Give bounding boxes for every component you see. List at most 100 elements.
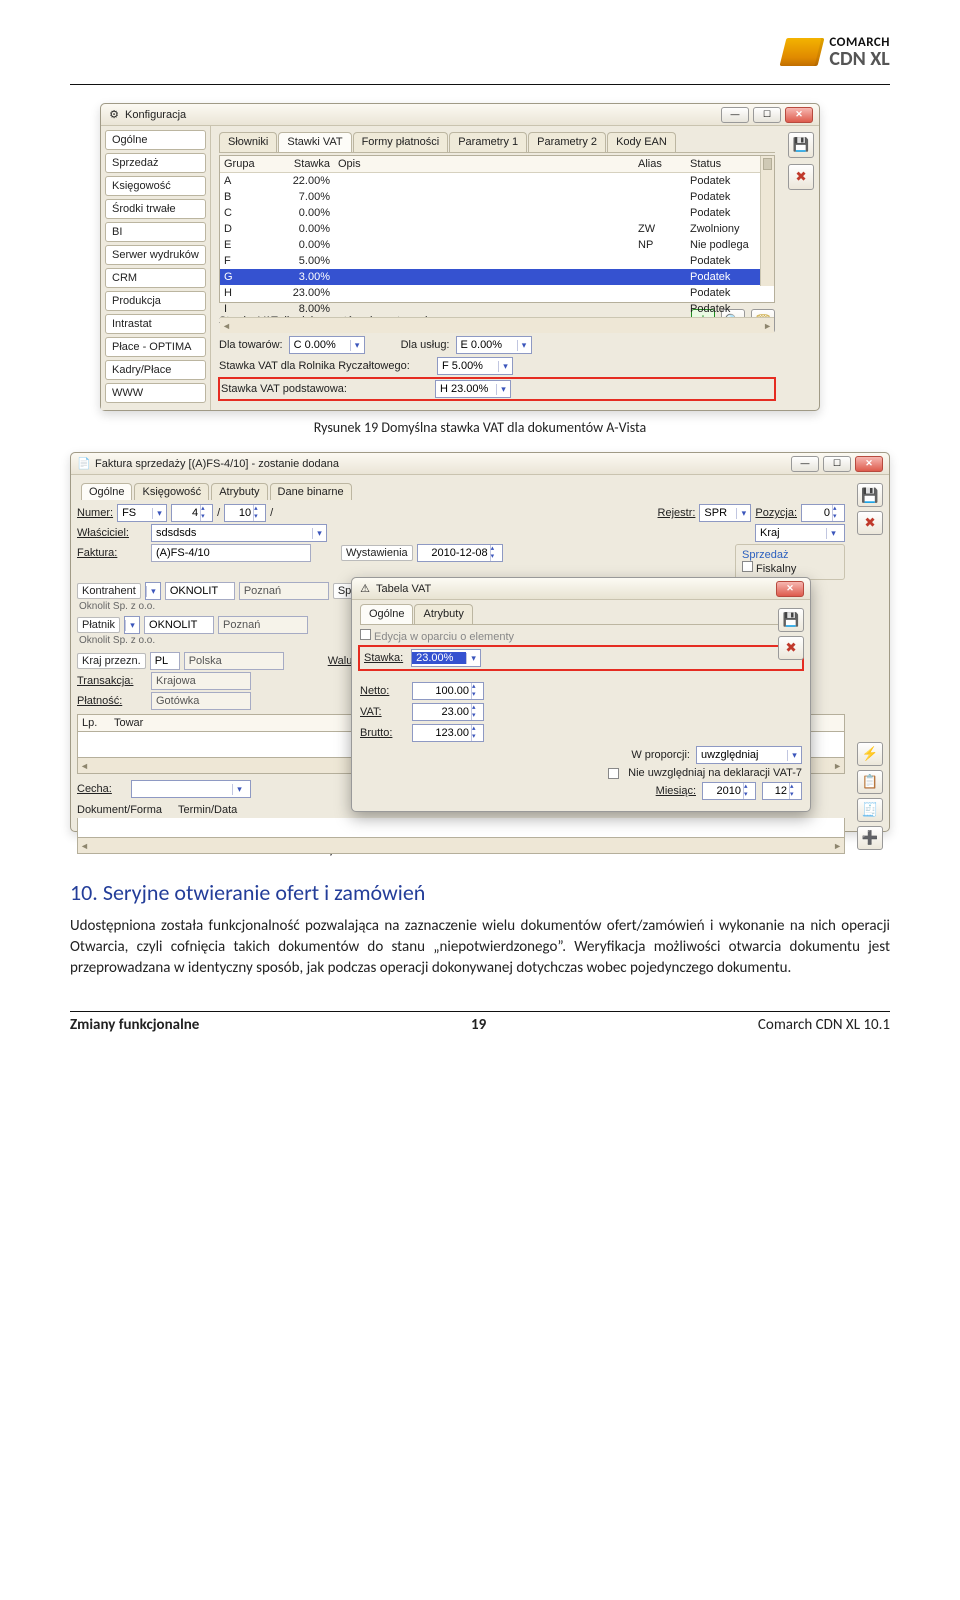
wystawienia-date[interactable]: ▴▾ [417,544,503,562]
services-value[interactable] [457,339,517,351]
miesiac-month[interactable]: ▴▾ [762,782,802,800]
pozycja-spin[interactable]: ▴▾ [801,504,845,522]
kontrahent-button[interactable]: Kontrahent [77,583,141,599]
col-alias[interactable]: Alias [634,156,686,172]
edycja-checkbox[interactable] [360,629,371,640]
chevron-down-icon[interactable]: ▾ [736,508,750,519]
action-button-4[interactable]: ➕ [857,826,883,850]
stawka-combo[interactable]: ▾ [411,649,481,667]
table-row[interactable]: B7.00%Podatek [220,189,774,205]
close-button[interactable] [855,456,883,472]
cancel-button[interactable]: ✖ [857,511,883,535]
table-row[interactable]: E0.00%NPNie podlega [220,237,774,253]
chevron-down-icon[interactable]: ▾ [146,586,160,597]
krajprzezn-code[interactable] [150,652,180,670]
chevron-down-icon[interactable]: ▾ [125,620,139,631]
vat-amount-spin[interactable]: ▴▾ [412,703,484,721]
chevron-down-icon[interactable]: ▾ [152,508,166,519]
col-stawka[interactable]: Stawka [268,156,334,172]
action-button-3[interactable]: 🧾 [857,798,883,822]
tab[interactable]: Dane binarne [270,483,352,500]
platnik-type-combo[interactable]: ▾ [124,616,140,634]
sidebar-item[interactable]: WWW [105,383,206,403]
tab-active[interactable]: Stawki VAT [278,132,351,152]
col-lp[interactable]: Lp. [78,715,110,731]
kraj-combo[interactable]: ▾ [755,524,845,542]
horizontal-scrollbar[interactable]: ◄► [220,317,774,333]
proporcji-combo[interactable]: ▾ [696,746,802,764]
table-row[interactable]: F5.00%Podatek [220,253,774,269]
tab[interactable]: Słowniki [219,132,277,152]
tab-active[interactable]: Ogólne [360,604,413,624]
numer-seg1[interactable]: ▴▾ [171,504,213,522]
vertical-scrollbar[interactable] [760,156,774,286]
chevron-down-icon[interactable]: ▾ [466,653,480,664]
miesiac-year[interactable]: ▴▾ [702,782,756,800]
chevron-down-icon[interactable]: ▾ [787,750,801,761]
wlasciciel-combo[interactable]: ▾ [151,524,327,542]
numer-seg2[interactable]: ▴▾ [224,504,266,522]
wystawienia-button[interactable]: Wystawienia [341,545,413,561]
sidebar-item[interactable]: Środki trwałe [105,199,206,219]
brutto-spin[interactable]: ▴▾ [412,724,484,742]
col-grupa[interactable]: Grupa [220,156,268,172]
platnik-code[interactable] [144,616,214,634]
sidebar-item[interactable]: Ogólne [105,130,206,150]
tab[interactable]: Formy płatności [353,132,449,152]
krajprzezn-button[interactable]: Kraj przezn. [77,653,146,669]
sidebar-item[interactable]: Kadry/Płace [105,360,206,380]
sidebar-item[interactable]: Produkcja [105,291,206,311]
minimize-button[interactable] [721,107,749,123]
chevron-down-icon[interactable]: ▾ [826,528,840,539]
goods-value[interactable] [290,339,350,351]
base-vat-combo[interactable]: ▾ [435,380,511,398]
chevron-down-icon[interactable]: ▾ [496,384,510,395]
farmer-combo[interactable]: ▾ [437,357,513,375]
faktura-field[interactable] [151,544,311,562]
sidebar-item[interactable]: Płace - OPTIMA [105,337,206,357]
numer-prefix-combo[interactable]: ▾ [117,504,167,522]
dialog-save-button[interactable]: 💾 [778,608,804,632]
rejestr-combo[interactable]: ▾ [699,504,751,522]
payments-list[interactable] [77,818,845,838]
close-button[interactable] [785,107,813,123]
table-row[interactable]: H23.00%Podatek [220,285,774,301]
farmer-value[interactable] [438,360,498,372]
maximize-button[interactable] [753,107,781,123]
netto-spin[interactable]: ▴▾ [412,682,484,700]
vat-rates-table[interactable]: Grupa Stawka Opis Alias Status A22.00%Po… [219,155,775,303]
services-combo[interactable]: ▾ [456,336,532,354]
chevron-down-icon[interactable]: ▾ [498,361,512,372]
maximize-button[interactable] [823,456,851,472]
nieuwzgl-checkbox[interactable] [608,768,619,779]
table-row[interactable]: A22.00%Podatek [220,173,774,189]
table-row[interactable]: I8.00%Podatek [220,301,774,317]
cecha-combo[interactable]: ▾ [131,780,251,798]
sidebar-item[interactable]: Intrastat [105,314,206,334]
col-opis[interactable]: Opis [334,156,634,172]
sidebar-item[interactable]: Księgowość [105,176,206,196]
kontrahent-code[interactable] [165,582,235,600]
tab[interactable]: Atrybuty [211,483,267,500]
table-row[interactable]: D0.00%ZWZwolniony [220,221,774,237]
chevron-down-icon[interactable]: ▾ [232,784,246,795]
dialog-cancel-button[interactable]: ✖ [778,636,804,660]
table-row[interactable]: G3.00%Podatek [220,269,774,285]
base-vat-value[interactable] [436,383,496,395]
tab[interactable]: Kody EAN [607,132,676,152]
sidebar-item[interactable]: BI [105,222,206,242]
cancel-button[interactable]: ✖ [788,164,814,190]
platnik-button[interactable]: Płatnik [77,617,120,633]
tab[interactable]: Księgowość [134,483,209,500]
sidebar-item[interactable]: Serwer wydruków [105,245,206,265]
action-button-2[interactable]: 📋 [857,770,883,794]
kontrahent-type-combo[interactable]: ▾ [145,582,161,600]
table-row[interactable]: C0.00%Podatek [220,205,774,221]
sidebar-item[interactable]: Sprzedaż [105,153,206,173]
save-button[interactable]: 💾 [857,483,883,507]
minimize-button[interactable] [791,456,819,472]
tab[interactable]: Parametry 1 [449,132,527,152]
fiskalny-checkbox[interactable] [742,561,753,572]
chevron-down-icon[interactable]: ▾ [312,528,326,539]
tab[interactable]: Parametry 2 [528,132,606,152]
